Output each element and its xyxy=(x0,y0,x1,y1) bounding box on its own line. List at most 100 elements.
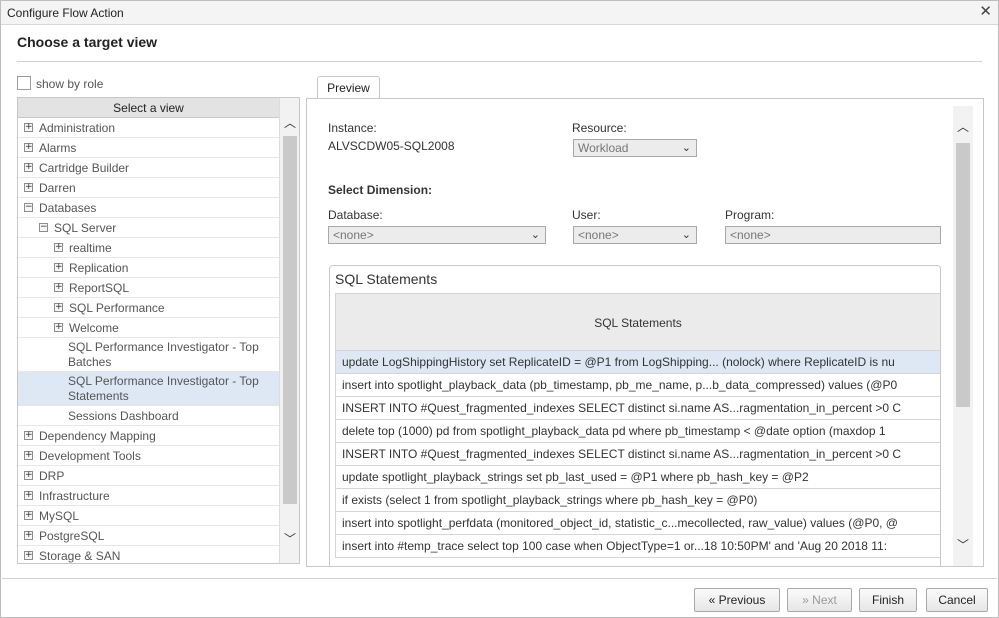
tree-item-label: Darren xyxy=(39,181,76,195)
sql-statement-row[interactable]: insert into spotlight_perfdata (monitore… xyxy=(335,512,940,535)
instance-value: ALVSCDW05-SQL2008 xyxy=(328,139,455,153)
collapse-icon[interactable]: − xyxy=(24,203,33,212)
close-icon[interactable]: ✕ xyxy=(979,4,992,20)
sql-statement-row[interactable]: INSERT INTO #Quest_fragmented_indexes SE… xyxy=(335,397,940,420)
tree-item-label: ReportSQL xyxy=(69,281,130,295)
chevron-down-icon: ⌄ xyxy=(530,228,540,241)
tree-item[interactable]: + Cartridge Builder xyxy=(18,158,279,178)
sql-statement-row[interactable]: update LogShippingHistory set ReplicateI… xyxy=(335,351,940,374)
tree-item[interactable]: + Replication xyxy=(18,258,279,278)
preview-scrollbar[interactable]: ︿ ﹀ xyxy=(953,106,973,566)
sql-statements-title: SQL Statements xyxy=(335,271,438,287)
tree-item-label: SQL Performance Investigator - Top State… xyxy=(68,374,259,403)
user-select[interactable]: <none> ⌄ xyxy=(573,226,697,244)
expand-icon[interactable]: + xyxy=(24,551,33,560)
database-label: Database: xyxy=(328,208,383,222)
database-select[interactable]: <none> ⌄ xyxy=(328,226,546,244)
tree-item-label: SQL Performance xyxy=(69,301,165,315)
expand-icon[interactable]: + xyxy=(54,243,63,252)
scroll-up-icon[interactable]: ︿ xyxy=(953,118,973,138)
resource-select[interactable]: Workload ⌄ xyxy=(573,139,697,157)
scroll-down-icon[interactable]: ﹀ xyxy=(953,536,973,556)
expand-icon[interactable]: + xyxy=(54,303,63,312)
tree-item-label: SQL Server xyxy=(54,221,117,235)
tree-item[interactable]: + DRP xyxy=(18,466,279,486)
tree-item-label: Alarms xyxy=(39,141,77,155)
sql-statements-panel: SQL Statements SQL Statements update Log… xyxy=(329,265,941,566)
sql-statements-grid: SQL Statements update LogShippingHistory… xyxy=(335,293,940,558)
sql-statement-row[interactable]: if exists (select 1 from spotlight_playb… xyxy=(335,489,940,512)
expand-icon[interactable]: + xyxy=(24,183,33,192)
tree-item[interactable]: Sessions Dashboard xyxy=(18,406,279,426)
tree-item-label: realtime xyxy=(69,241,112,255)
scroll-up-icon[interactable]: ︿ xyxy=(280,114,299,134)
sql-statement-row[interactable]: insert into #temp_trace select top 100 c… xyxy=(335,535,940,558)
tree-item[interactable]: SQL Performance Investigator - Top State… xyxy=(18,372,279,406)
database-select-value: <none> xyxy=(333,228,374,242)
expand-icon[interactable]: + xyxy=(54,283,63,292)
sql-statement-row[interactable]: update spotlight_playback_strings set pb… xyxy=(335,466,940,489)
tree-header: Select a view xyxy=(18,98,279,118)
tree-item[interactable]: + Infrastructure xyxy=(18,486,279,506)
tree-item[interactable]: + MySQL xyxy=(18,506,279,526)
select-dimension-heading: Select Dimension: xyxy=(328,183,433,197)
tree-item-label: Welcome xyxy=(69,321,119,335)
tree-item-label: Infrastructure xyxy=(39,489,110,503)
expand-icon[interactable]: + xyxy=(24,123,33,132)
tree-item[interactable]: + Welcome xyxy=(18,318,279,338)
tree-item[interactable]: + ReportSQL xyxy=(18,278,279,298)
sql-statement-row[interactable]: delete top (1000) pd from spotlight_play… xyxy=(335,420,940,443)
tree-item[interactable]: + Development Tools xyxy=(18,446,279,466)
expand-icon[interactable]: + xyxy=(24,451,33,460)
cancel-button[interactable]: Cancel xyxy=(926,588,988,612)
tree-item[interactable]: + Dependency Mapping xyxy=(18,426,279,446)
tree-item-label: Storage & SAN xyxy=(39,549,121,563)
user-label: User: xyxy=(572,208,601,222)
expand-icon[interactable]: + xyxy=(54,323,63,332)
finish-button[interactable]: Finish xyxy=(859,588,917,612)
show-by-role-checkbox[interactable] xyxy=(17,76,31,90)
expand-icon[interactable]: + xyxy=(24,163,33,172)
page-title: Choose a target view xyxy=(17,34,158,50)
tree-item-label: PostgreSQL xyxy=(39,529,105,543)
expand-icon[interactable]: + xyxy=(24,531,33,540)
chevron-down-icon: ⌄ xyxy=(681,228,691,241)
expand-icon[interactable]: + xyxy=(24,491,33,500)
tree-item-label: SQL Performance Investigator - Top Batch… xyxy=(68,340,259,369)
tree-item[interactable]: − Databases xyxy=(18,198,279,218)
collapse-icon[interactable]: − xyxy=(39,223,48,232)
previous-button[interactable]: « Previous xyxy=(694,588,780,612)
configure-flow-action-dialog: Configure Flow Action ✕ Choose a target … xyxy=(0,0,999,618)
user-select-value: <none> xyxy=(578,228,619,242)
heading-divider xyxy=(17,61,982,62)
expand-icon[interactable]: + xyxy=(24,471,33,480)
preview-scroll-thumb[interactable] xyxy=(956,143,970,407)
expand-icon[interactable]: + xyxy=(24,511,33,520)
tree-item[interactable]: + Storage & SAN xyxy=(18,546,279,563)
tree-item[interactable]: + SQL Performance xyxy=(18,298,279,318)
footer-divider xyxy=(2,578,997,579)
tree-item[interactable]: SQL Performance Investigator - Top Batch… xyxy=(18,338,279,372)
view-tree: Select a view + Administration + Alarms + Car… xyxy=(17,97,300,564)
tree-item[interactable]: + PostgreSQL xyxy=(18,526,279,546)
tree-item[interactable]: − SQL Server xyxy=(18,218,279,238)
tree-item[interactable]: + Alarms xyxy=(18,138,279,158)
tree-item-label: Development Tools xyxy=(39,449,141,463)
sql-statement-row[interactable]: INSERT INTO #Quest_fragmented_indexes SE… xyxy=(335,443,940,466)
program-select[interactable]: <none> xyxy=(725,226,941,244)
tree-item[interactable]: + Administration xyxy=(18,118,279,138)
tree-item[interactable]: + realtime xyxy=(18,238,279,258)
sql-rows: update LogShippingHistory set ReplicateI… xyxy=(335,351,940,558)
expand-icon[interactable]: + xyxy=(54,263,63,272)
tree-scrollbar[interactable]: ︿ ﹀ xyxy=(279,98,299,563)
next-button[interactable]: » Next xyxy=(787,588,852,612)
sql-column-header[interactable]: SQL Statements xyxy=(335,293,940,351)
expand-icon[interactable]: + xyxy=(24,431,33,440)
tree-item[interactable]: + Darren xyxy=(18,178,279,198)
tab-preview[interactable]: Preview xyxy=(317,76,380,99)
tree-scroll-thumb[interactable] xyxy=(283,136,297,504)
tree-item-label: Cartridge Builder xyxy=(39,161,130,175)
sql-statement-row[interactable]: insert into spotlight_playback_data (pb_… xyxy=(335,374,940,397)
expand-icon[interactable]: + xyxy=(24,143,33,152)
scroll-down-icon[interactable]: ﹀ xyxy=(280,530,299,550)
